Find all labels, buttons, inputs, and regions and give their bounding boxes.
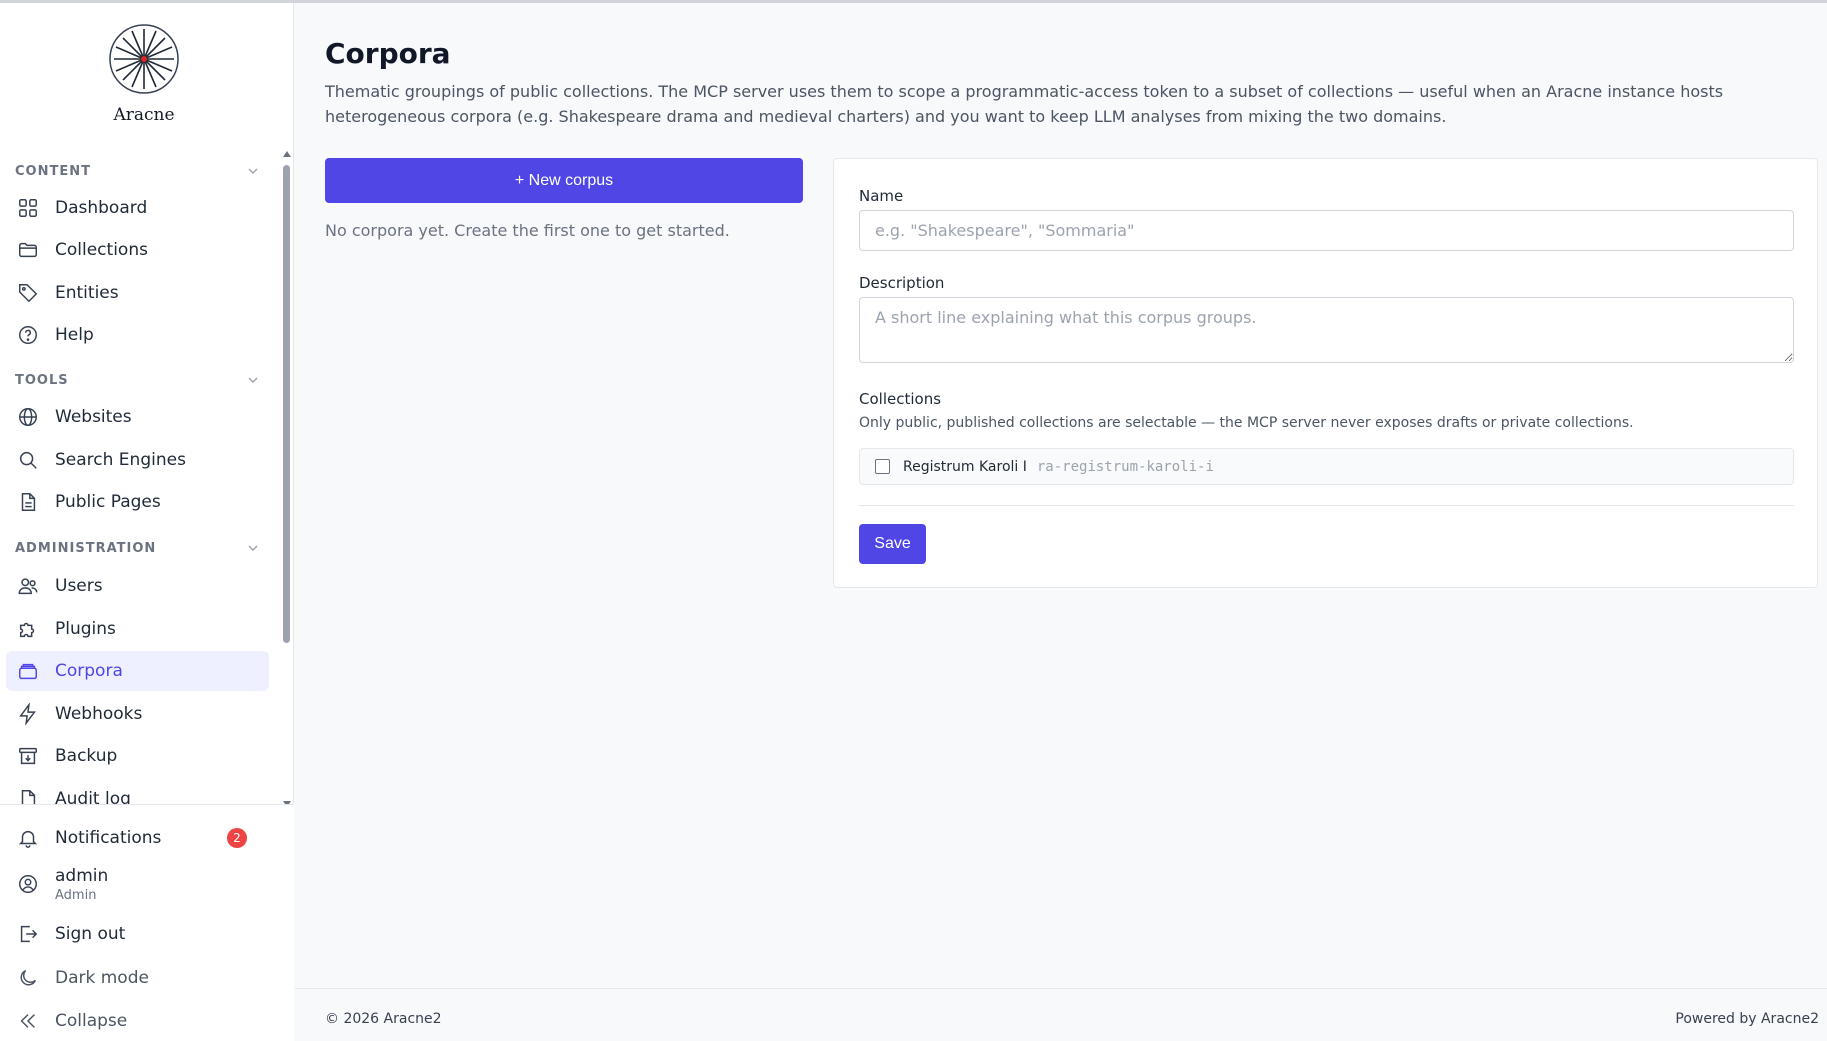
user-role: Admin: [55, 887, 97, 903]
section-header-administration[interactable]: ADMINISTRATION: [15, 538, 260, 558]
dark-mode-label: Dark mode: [55, 968, 149, 988]
corpus-form: Name Description Collections Only public…: [833, 158, 1818, 588]
notifications-button[interactable]: Notifications 2: [6, 818, 269, 858]
tag-icon: [16, 281, 40, 305]
new-corpus-button[interactable]: + New corpus: [325, 158, 803, 203]
name-input[interactable]: [859, 210, 1794, 251]
stack-icon: [16, 659, 40, 683]
sidebar-item-label: Plugins: [55, 619, 116, 639]
main-content: Corpora Thematic groupings of public col…: [295, 3, 1827, 988]
user-name: admin: [55, 865, 109, 886]
sidebar-item-search-engines[interactable]: Search Engines: [6, 440, 269, 480]
help-circle-icon: [16, 323, 40, 347]
app-name: Aracne: [113, 105, 175, 125]
sidebar-item-label: Help: [55, 325, 94, 345]
page-footer: © 2026 Aracne2 Powered by Aracne2: [295, 988, 1827, 1041]
sidebar: Aracne CONTENT Dashboard Collections Ent…: [0, 3, 294, 1041]
aracne-logo-icon: [109, 24, 179, 94]
collection-name: Registrum Karoli I: [903, 458, 1027, 475]
collections-label: Collections: [859, 390, 942, 408]
sidebar-item-label: Webhooks: [55, 704, 143, 724]
folder-icon: [16, 238, 40, 262]
save-button[interactable]: Save: [859, 524, 926, 564]
name-label: Name: [859, 187, 904, 205]
document-icon: [16, 490, 40, 514]
sidebar-item-users[interactable]: Users: [6, 566, 269, 606]
powered-by-text: Powered by Aracne2: [1675, 1011, 1819, 1027]
sidebar-item-label: Users: [55, 576, 103, 596]
section-title: ADMINISTRATION: [15, 540, 157, 556]
form-divider: [859, 505, 1794, 506]
user-info: admin Admin: [55, 866, 108, 903]
puzzle-icon: [16, 617, 40, 641]
page-description: Thematic groupings of public collections…: [325, 82, 1724, 126]
sidebar-item-label: Corpora: [55, 661, 123, 681]
sidebar-item-label: Collections: [55, 240, 148, 260]
section-header-tools[interactable]: TOOLS: [15, 370, 260, 390]
sign-out-button[interactable]: Sign out: [6, 914, 269, 954]
sidebar-item-websites[interactable]: Websites: [6, 397, 269, 437]
sidebar-item-public-pages[interactable]: Public Pages: [6, 482, 269, 522]
sidebar-item-collections[interactable]: Collections: [6, 230, 269, 270]
description-textarea[interactable]: [859, 297, 1794, 363]
sidebar-item-plugins[interactable]: Plugins: [6, 609, 269, 649]
description-label: Description: [859, 274, 945, 292]
moon-icon: [16, 966, 40, 990]
section-title: CONTENT: [15, 163, 91, 179]
collapse-label: Collapse: [55, 1011, 128, 1031]
section-title: TOOLS: [15, 372, 69, 388]
sidebar-item-entities[interactable]: Entities: [6, 273, 269, 313]
logo[interactable]: Aracne: [0, 23, 288, 125]
bolt-icon: [16, 702, 40, 726]
sign-out-label: Sign out: [55, 924, 126, 944]
search-icon: [16, 448, 40, 472]
sidebar-item-corpora[interactable]: Corpora: [6, 651, 269, 691]
scroll-up-arrow-icon[interactable]: [283, 151, 291, 157]
copyright-text: © 2026 Aracne2: [325, 1011, 442, 1027]
users-icon: [16, 574, 40, 598]
page-title: Corpora: [325, 37, 451, 70]
chevron-down-icon: [248, 377, 258, 383]
collection-checkbox[interactable]: [875, 459, 890, 474]
sign-out-icon: [16, 922, 40, 946]
user-menu[interactable]: admin Admin: [6, 860, 269, 908]
chevron-down-icon: [248, 545, 258, 551]
grid-icon: [16, 196, 40, 220]
sidebar-item-help[interactable]: Help: [6, 315, 269, 355]
sidebar-item-label: Backup: [55, 746, 118, 766]
scrollbar-thumb[interactable]: [283, 165, 290, 643]
sidebar-item-label: Websites: [55, 407, 132, 427]
bell-icon: [16, 826, 40, 850]
sidebar-footer: Notifications 2 admin Admin Sign out Dar…: [0, 804, 294, 1041]
collections-help-text: Only public, published collections are s…: [859, 415, 1634, 431]
collapse-sidebar-button[interactable]: Collapse: [6, 1001, 269, 1041]
sidebar-scrollbar[interactable]: [282, 151, 292, 807]
dark-mode-toggle[interactable]: Dark mode: [6, 958, 269, 998]
sidebar-item-dashboard[interactable]: Dashboard: [6, 188, 269, 228]
sidebar-nav: CONTENT Dashboard Collections Entities H…: [0, 151, 294, 807]
sidebar-item-backup[interactable]: Backup: [6, 736, 269, 776]
globe-icon: [16, 405, 40, 429]
sidebar-item-label: Public Pages: [55, 492, 161, 512]
user-circle-icon: [16, 872, 40, 896]
archive-icon: [16, 744, 40, 768]
section-header-content[interactable]: CONTENT: [15, 161, 260, 181]
double-chevron-left-icon: [16, 1009, 40, 1033]
notification-count-badge: 2: [227, 828, 247, 848]
collection-slug: ra-registrum-karoli-i: [1036, 458, 1214, 475]
sidebar-item-label: Entities: [55, 283, 119, 303]
sidebar-item-label: Dashboard: [55, 198, 148, 218]
sidebar-item-label: Search Engines: [55, 450, 186, 470]
chevron-down-icon: [248, 168, 258, 174]
sidebar-item-audit-log[interactable]: Audit log: [6, 779, 269, 807]
collection-option[interactable]: Registrum Karoli I ra-registrum-karoli-i: [859, 448, 1794, 485]
notifications-label: Notifications: [55, 828, 162, 848]
empty-state-message: No corpora yet. Create the first one to …: [325, 221, 730, 240]
sidebar-item-webhooks[interactable]: Webhooks: [6, 694, 269, 734]
